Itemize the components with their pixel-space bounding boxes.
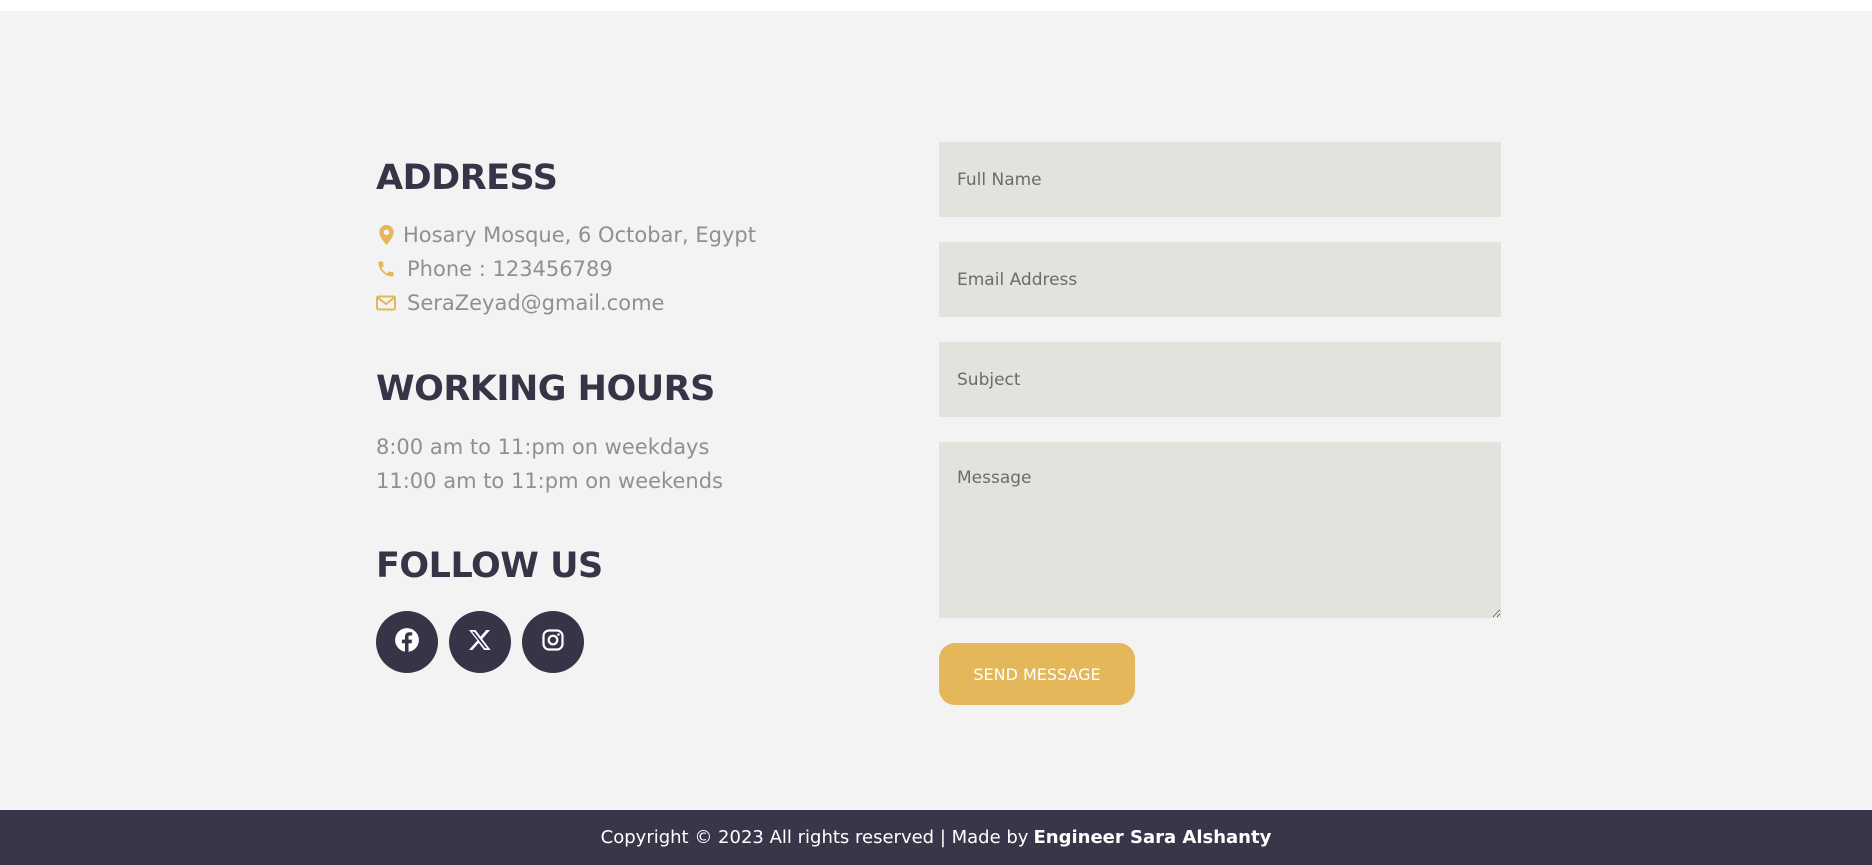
x-twitter-button[interactable] xyxy=(449,611,511,673)
envelope-icon xyxy=(376,292,396,314)
send-message-button[interactable]: SEND MESSAGE xyxy=(939,643,1135,705)
weekday-hours: 8:00 am to 11:pm on weekdays xyxy=(376,435,710,459)
contact-section: ADDRESS Hosary Mosque, 6 Octobar, Egypt … xyxy=(0,11,1872,810)
copyright-text: Copyright © 2023 All rights reserved | M… xyxy=(600,827,1029,848)
email-text[interactable]: SeraZeyad@gmail.come xyxy=(407,291,664,315)
address-text: Hosary Mosque, 6 Octobar, Egypt xyxy=(403,223,756,247)
working-hours-heading: WORKING HOURS xyxy=(376,369,715,409)
author-name: Engineer Sara Alshanty xyxy=(1033,827,1272,848)
x-twitter-icon xyxy=(468,629,492,656)
full-name-input[interactable] xyxy=(939,142,1501,217)
map-pin-icon xyxy=(376,224,396,246)
address-line: Hosary Mosque, 6 Octobar, Egypt xyxy=(376,221,756,249)
instagram-button[interactable] xyxy=(522,611,584,673)
subject-input[interactable] xyxy=(939,342,1501,417)
phone-text: Phone : 123456789 xyxy=(407,257,613,281)
footer: Copyright © 2023 All rights reserved | M… xyxy=(0,810,1872,865)
top-strip xyxy=(0,0,1872,11)
phone-icon xyxy=(376,258,396,280)
message-textarea[interactable] xyxy=(939,442,1501,618)
weekend-hours: 11:00 am to 11:pm on weekends xyxy=(376,469,723,493)
social-links xyxy=(376,611,584,673)
facebook-button[interactable] xyxy=(376,611,438,673)
phone-line: Phone : 123456789 xyxy=(376,255,613,283)
email-line: SeraZeyad@gmail.come xyxy=(376,289,664,317)
address-heading: ADDRESS xyxy=(376,158,558,198)
email-address-input[interactable] xyxy=(939,242,1501,317)
instagram-icon xyxy=(541,628,565,657)
follow-us-heading: FOLLOW US xyxy=(376,546,603,586)
facebook-icon xyxy=(394,627,420,658)
